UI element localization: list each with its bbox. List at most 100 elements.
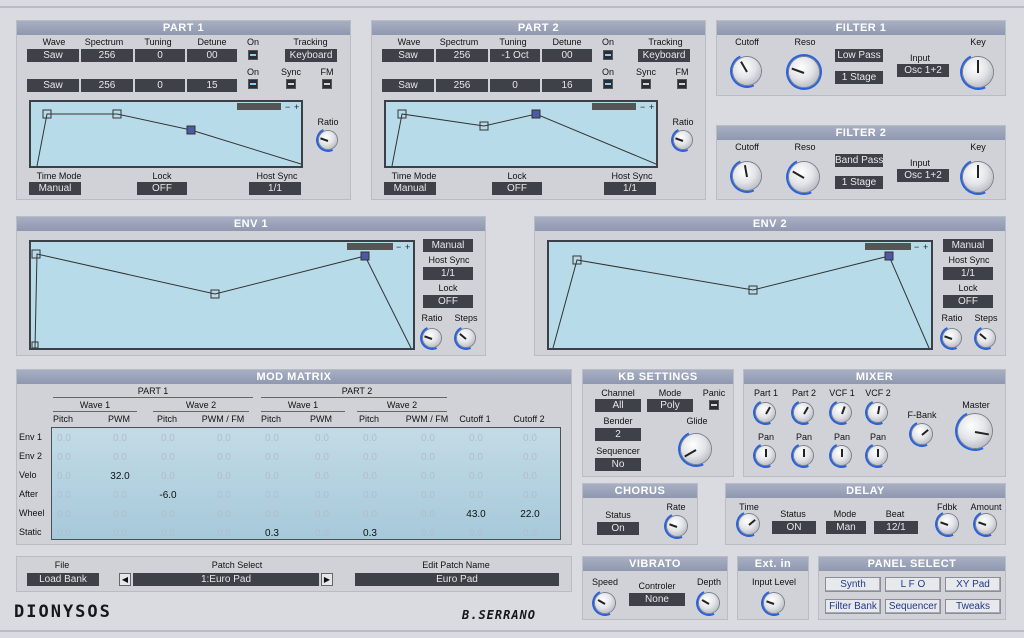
host-sync-value[interactable]: 1/1	[604, 182, 656, 195]
matrix-cell[interactable]: 0.0	[44, 490, 84, 501]
filter-type[interactable]: Low Pass	[835, 49, 883, 62]
delay-amount-knob[interactable]	[969, 507, 1003, 541]
bender-value[interactable]: 2	[595, 428, 641, 441]
zoom-bar[interactable]	[865, 243, 911, 250]
matrix-cell[interactable]: 43.0	[456, 509, 496, 520]
filter-type[interactable]: Band Pass	[835, 154, 883, 167]
osc2-wave[interactable]: Saw	[27, 79, 79, 92]
env1-editor[interactable]: − +	[29, 240, 415, 350]
node[interactable]	[531, 109, 541, 119]
matrix-cell[interactable]: 0.0	[350, 471, 390, 482]
osc1-wave[interactable]: Saw	[382, 49, 434, 62]
matrix-cell[interactable]: 0.0	[456, 433, 496, 444]
matrix-cell[interactable]: 0.0	[456, 452, 496, 463]
matrix-cell[interactable]: 0.0	[204, 433, 244, 444]
reso-knob[interactable]	[780, 153, 828, 201]
ratio-knob[interactable]	[667, 124, 699, 156]
osc2-spectrum[interactable]: 256	[436, 79, 488, 92]
matrix-cell[interactable]: 0.0	[100, 528, 140, 539]
osc1-wave[interactable]: Saw	[27, 49, 79, 62]
channel-value[interactable]: All	[595, 399, 641, 412]
tweaks-button[interactable]: Tweaks	[945, 599, 1001, 614]
matrix-cell[interactable]: 0.0	[456, 471, 496, 482]
sync-switch[interactable]	[286, 79, 296, 89]
matrix-grid[interactable]: 0.0 0.0 0.0 0.0 0.0 0.0 0.0 0.0 0.0 0.0 0.0 0.0 0.0 0…	[51, 427, 561, 540]
matrix-cell[interactable]: 0.0	[148, 528, 188, 539]
matrix-cell[interactable]: 0.0	[408, 471, 448, 482]
next-patch-button[interactable]: ▶	[321, 573, 333, 586]
env2-editor[interactable]: − +	[547, 240, 933, 350]
matrix-cell[interactable]: 0.0	[148, 509, 188, 520]
prev-patch-button[interactable]: ◀	[119, 573, 131, 586]
lock-value[interactable]: OFF	[423, 295, 473, 308]
matrix-cell[interactable]: 0.3	[252, 528, 292, 539]
synth-button[interactable]: Synth	[825, 577, 881, 592]
load-bank-button[interactable]: Load Bank	[27, 573, 99, 586]
matrix-cell[interactable]: 0.0	[100, 490, 140, 501]
matrix-cell[interactable]: 0.0	[100, 433, 140, 444]
pan1-knob[interactable]	[749, 439, 782, 472]
matrix-cell[interactable]: 0.0	[204, 471, 244, 482]
pan3-knob[interactable]	[825, 439, 858, 472]
glide-knob[interactable]	[672, 425, 720, 473]
zoom-bar[interactable]	[592, 103, 636, 110]
node[interactable]	[186, 125, 196, 135]
matrix-cell[interactable]: 0.3	[350, 528, 390, 539]
cutoff-knob[interactable]	[725, 49, 769, 93]
osc2-detune[interactable]: 16	[542, 79, 592, 92]
vcf2-level-knob[interactable]	[861, 396, 894, 429]
sync-switch[interactable]	[641, 79, 651, 89]
matrix-cell[interactable]: 0.0	[44, 433, 84, 444]
matrix-cell[interactable]: 0.0	[408, 528, 448, 539]
delay-time-knob[interactable]	[732, 507, 766, 541]
matrix-cell[interactable]: 0.0	[456, 490, 496, 501]
xy-pad-button[interactable]: XY Pad	[945, 577, 1001, 592]
fbank-knob[interactable]	[905, 417, 939, 451]
delay-fdbk-knob[interactable]	[931, 507, 965, 541]
osc1-spectrum[interactable]: 256	[81, 49, 133, 62]
ratio-knob[interactable]	[416, 322, 448, 354]
filter-bank-button[interactable]: Filter Bank	[825, 599, 881, 614]
osc2-tuning[interactable]: 0	[490, 79, 540, 92]
lock-value[interactable]: OFF	[943, 295, 993, 308]
sequencer-button[interactable]: Sequencer	[885, 599, 941, 614]
time-mode-value[interactable]: Manual	[384, 182, 436, 195]
matrix-cell[interactable]: 0.0	[456, 528, 496, 539]
matrix-cell[interactable]: 0.0	[148, 452, 188, 463]
env-mode[interactable]: Manual	[423, 239, 473, 252]
matrix-cell[interactable]: 0.0	[148, 471, 188, 482]
controler-value[interactable]: None	[629, 593, 685, 606]
osc2-on-switch[interactable]	[248, 79, 258, 89]
osc1-spectrum[interactable]: 256	[436, 49, 488, 62]
osc1-tuning[interactable]: 0	[135, 49, 185, 62]
key-knob[interactable]	[954, 48, 1002, 96]
zoom-bar[interactable]	[347, 243, 393, 250]
osc1-tuning[interactable]: -1 Oct	[490, 49, 540, 62]
filter-input[interactable]: Osc 1+2	[897, 169, 949, 182]
matrix-cell[interactable]: 0.0	[350, 433, 390, 444]
osc2-tuning[interactable]: 0	[135, 79, 185, 92]
matrix-cell[interactable]: 0.0	[252, 509, 292, 520]
matrix-cell[interactable]: 0.0	[204, 528, 244, 539]
matrix-cell[interactable]: 0.0	[252, 452, 292, 463]
matrix-cell[interactable]: 0.0	[204, 509, 244, 520]
mode-value[interactable]: Poly	[647, 399, 693, 412]
matrix-cell[interactable]: 0.0	[408, 433, 448, 444]
master-knob[interactable]	[949, 405, 1001, 457]
fm-switch[interactable]	[322, 79, 332, 89]
matrix-cell[interactable]: 0.0	[350, 490, 390, 501]
filter-stage[interactable]: 1 Stage	[835, 71, 883, 84]
filter-input[interactable]: Osc 1+2	[897, 64, 949, 77]
osc1-on-switch[interactable]	[248, 50, 258, 60]
env-mode[interactable]: Manual	[943, 239, 993, 252]
matrix-cell[interactable]: 0.0	[408, 452, 448, 463]
filter-stage[interactable]: 1 Stage	[835, 176, 883, 189]
matrix-cell[interactable]: 0.0	[252, 471, 292, 482]
matrix-cell[interactable]: 0.0	[302, 490, 342, 501]
fm-switch[interactable]	[677, 79, 687, 89]
matrix-cell[interactable]: 0.0	[204, 452, 244, 463]
matrix-cell[interactable]: 0.0	[408, 509, 448, 520]
matrix-cell[interactable]: 0.0	[100, 452, 140, 463]
ratio-knob[interactable]	[936, 322, 968, 354]
matrix-cell[interactable]: 0.0	[510, 433, 550, 444]
